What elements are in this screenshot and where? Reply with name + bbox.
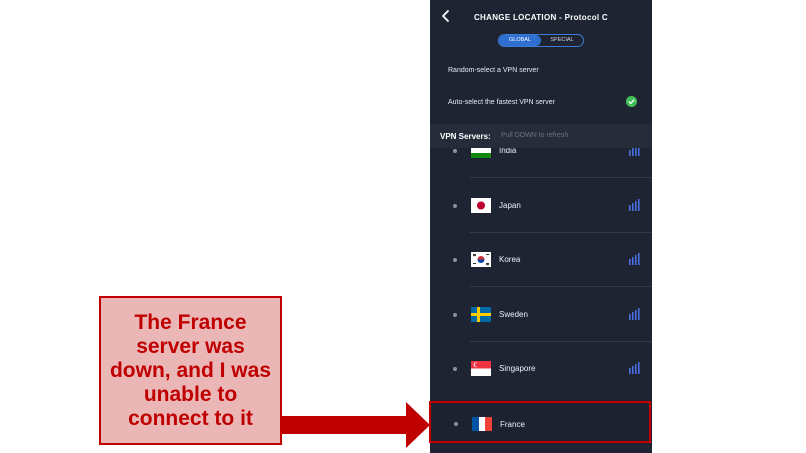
status-dot [453,204,457,208]
japan-flag-icon [471,198,491,213]
servers-title: VPN Servers: [440,132,491,141]
server-name: Korea [499,255,521,264]
app-header: CHANGE LOCATION - Protocol C [430,0,652,26]
refresh-hint: Pull DOWN to refresh [501,132,569,139]
signal-bars-icon [629,253,640,265]
vpn-servers-header: VPN Servers: Pull DOWN to refresh [430,124,652,148]
server-name: Sweden [499,310,528,319]
tab-global[interactable]: GLOBAL [499,35,541,46]
server-row-france[interactable]: France [429,401,651,443]
server-name: France [500,420,525,429]
page-title: CHANGE LOCATION - Protocol C [473,13,609,22]
status-dot [454,422,458,426]
server-row-singapore[interactable]: Singapore [430,342,652,396]
option-label: Random-select a VPN server [448,67,539,74]
tab-special[interactable]: SPECIAL [541,35,583,46]
option-label: Auto-select the fastest VPN server [448,99,555,106]
status-dot [453,367,457,371]
singapore-flag-icon [471,361,491,376]
server-row-sweden[interactable]: Sweden [430,288,652,342]
signal-bars-icon [629,199,640,211]
france-flag-icon [472,417,492,431]
annotation-callout: The France server was down, and I was un… [99,296,282,445]
status-dot [453,313,457,317]
location-tabs: GLOBAL SPECIAL [498,34,584,47]
sweden-flag-icon [471,307,491,322]
signal-bars-icon [629,308,640,320]
status-dot [453,149,457,153]
check-circle-icon [626,96,637,107]
vpn-app-panel: CHANGE LOCATION - Protocol C GLOBAL SPEC… [430,0,652,453]
row-divider [470,286,652,287]
status-dot [453,258,457,262]
korea-flag-icon [471,252,491,267]
server-name: Singapore [499,364,536,373]
server-row-japan[interactable]: Japan [430,179,652,233]
row-divider [470,177,652,178]
server-name: Japan [499,201,521,210]
annotation-arrow-icon [282,402,430,448]
server-row-korea[interactable]: Korea [430,233,652,287]
annotation-text: The France server was down, and I was un… [109,310,272,430]
signal-bars-icon [629,362,640,374]
